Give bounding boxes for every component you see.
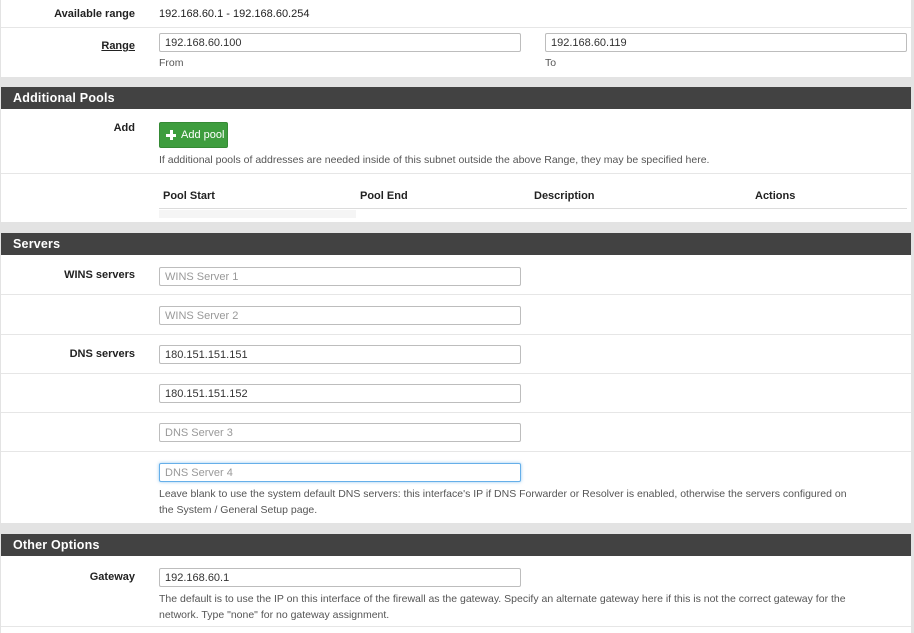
- gateway-row: Gateway The default is to use the IP on …: [1, 556, 911, 627]
- actions-header: Actions: [755, 190, 796, 202]
- dns3-row: [1, 413, 911, 452]
- dns-server-3-input[interactable]: [159, 423, 521, 442]
- other-options-panel: Gateway The default is to use the IP on …: [1, 556, 911, 633]
- range-row: Range From To: [1, 28, 911, 77]
- pools-table: Pool Start Pool End Description Actions: [1, 174, 911, 222]
- add-label: Add: [113, 122, 135, 134]
- range-to-help: To: [545, 57, 557, 69]
- dns-server-1-input[interactable]: [159, 345, 521, 364]
- dns2-row: [1, 374, 911, 413]
- available-range-label: Available range: [54, 8, 135, 20]
- dns-server-2-input[interactable]: [159, 384, 521, 403]
- range-from-help: From: [159, 57, 184, 69]
- wins2-row: [1, 295, 911, 335]
- dns-help-line-1: Leave blank to use the system default DN…: [159, 488, 847, 500]
- description-header: Description: [534, 190, 595, 202]
- gateway-help-line-2: network. Type "none" for no gateway assi…: [159, 609, 390, 621]
- wins-server-2-input[interactable]: [159, 306, 521, 325]
- dns4-row: Leave blank to use the system default DN…: [1, 452, 911, 523]
- gateway-help-line-1: The default is to use the IP on this int…: [159, 593, 846, 605]
- range-to-input[interactable]: [545, 33, 907, 52]
- dns-servers-label: DNS servers: [69, 348, 135, 360]
- add-pool-button[interactable]: Add pool: [159, 122, 228, 148]
- wins1-row: WINS servers: [1, 255, 911, 295]
- add-pool-row: Add Add pool If additional pools of addr…: [1, 109, 911, 174]
- wins-servers-label: WINS servers: [64, 269, 135, 281]
- additional-pools-heading: Additional Pools: [1, 87, 911, 109]
- additional-pools-panel: Add Add pool If additional pools of addr…: [1, 109, 911, 222]
- dns-server-4-input[interactable]: [159, 463, 521, 482]
- available-range-value: 192.168.60.1 - 192.168.60.254: [159, 8, 310, 20]
- table-header-divider: [159, 208, 907, 209]
- pool-start-header: Pool Start: [163, 190, 215, 202]
- dhcp-server-settings-page: Available range 192.168.60.1 - 192.168.6…: [0, 0, 914, 633]
- pool-end-header: Pool End: [360, 190, 408, 202]
- add-pool-help: If additional pools of addresses are nee…: [159, 154, 710, 166]
- dns-help-line-2: the System / General Setup page.: [159, 504, 318, 516]
- gateway-input[interactable]: [159, 568, 521, 587]
- servers-heading: Servers: [1, 233, 911, 255]
- add-pool-button-label: Add pool: [181, 129, 225, 141]
- range-label: Range: [101, 40, 135, 52]
- table-empty-row: [159, 210, 356, 218]
- plus-icon: [166, 130, 176, 140]
- range-panel: Available range 192.168.60.1 - 192.168.6…: [1, 0, 911, 77]
- other-options-heading: Other Options: [1, 534, 911, 556]
- wins-server-1-input[interactable]: [159, 267, 521, 286]
- dns1-row: DNS servers: [1, 335, 911, 374]
- gateway-label: Gateway: [89, 571, 135, 583]
- servers-panel: WINS servers DNS servers Leave blank to …: [1, 255, 911, 523]
- range-from-input[interactable]: [159, 33, 521, 52]
- available-range-row: Available range 192.168.60.1 - 192.168.6…: [1, 0, 911, 28]
